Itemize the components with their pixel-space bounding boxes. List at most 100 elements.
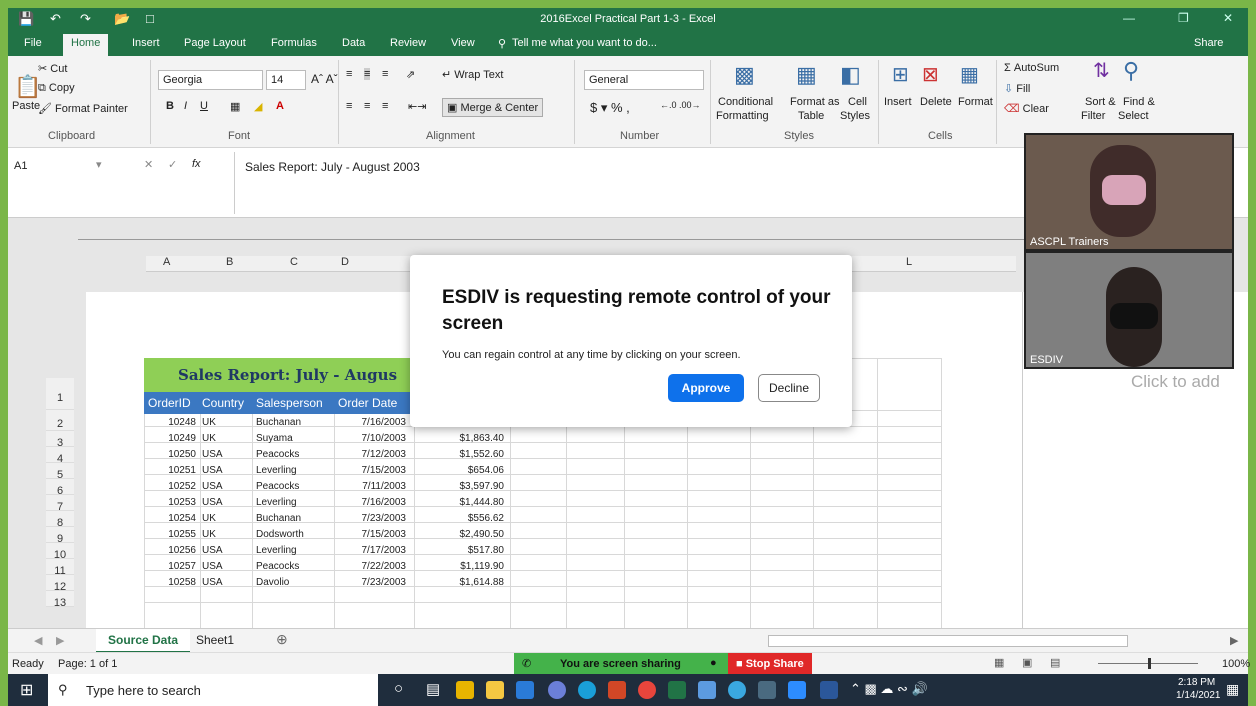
zoom-slider-thumb[interactable] — [1148, 658, 1151, 669]
table-cell[interactable]: USA — [200, 481, 250, 492]
table-cell[interactable]: 7/22/2003 — [334, 561, 408, 572]
table-cell[interactable]: Leverling — [254, 545, 334, 556]
cell-styles-icon[interactable]: ◧ — [840, 62, 861, 88]
fill-color-icon[interactable]: ◢ — [254, 100, 262, 113]
table-cell[interactable]: $1,552.60 — [414, 449, 506, 460]
align-bottom-icon[interactable]: ≡ — [382, 68, 388, 80]
page-break-view-icon[interactable]: ▤ — [1050, 656, 1060, 669]
page-layout-view-icon[interactable]: ▣ — [1022, 656, 1032, 669]
row-header[interactable]: 1 — [46, 378, 74, 410]
table-cell[interactable]: Buchanan — [254, 513, 334, 524]
edge-browser-icon[interactable] — [578, 681, 596, 699]
table-cell[interactable]: $2,490.50 — [414, 529, 506, 540]
column-header-l[interactable]: L — [906, 256, 912, 272]
column-header-d[interactable]: D — [341, 256, 349, 272]
share-button[interactable]: Share — [1194, 37, 1223, 49]
table-cell[interactable]: 10256 — [144, 545, 198, 556]
orientation-icon[interactable]: ⇗ — [406, 68, 415, 81]
table-cell[interactable]: $1,119.90 — [414, 561, 506, 572]
fill-button[interactable]: ⇩ Fill — [1004, 82, 1030, 95]
table-cell[interactable]: $3,597.90 — [414, 481, 506, 492]
table-cell[interactable]: $1,444.80 — [414, 497, 506, 508]
table-cell[interactable]: USA — [200, 497, 250, 508]
merge-center-button[interactable]: ▣ Merge & Center — [442, 98, 544, 117]
name-box[interactable]: A1 — [14, 160, 27, 172]
notes-app-icon[interactable] — [698, 681, 716, 699]
decimal-icon[interactable]: ←.0 .00→ — [660, 100, 701, 110]
cancel-icon[interactable]: ✕ — [144, 158, 153, 171]
table-cell[interactable]: 10248 — [144, 417, 198, 428]
column-header-b[interactable]: B — [226, 256, 233, 272]
table-cell[interactable]: Dodsworth — [254, 529, 334, 540]
table-cell[interactable]: 7/12/2003 — [334, 449, 408, 460]
tab-review[interactable]: Review — [390, 37, 426, 49]
table-cell[interactable]: UK — [200, 529, 250, 540]
table-cell[interactable]: 7/23/2003 — [334, 577, 408, 588]
table-cell[interactable]: $1,863.40 — [414, 433, 506, 444]
table-cell[interactable]: $556.62 — [414, 513, 506, 524]
restore-icon[interactable]: ❐ — [1178, 11, 1189, 25]
powerpoint-icon[interactable] — [608, 681, 626, 699]
sort-filter-button[interactable]: Sort & — [1085, 96, 1116, 108]
formula-input[interactable]: Sales Report: July - August 2003 — [245, 160, 420, 174]
italic-button[interactable]: I — [184, 100, 187, 112]
font-size-box[interactable]: 14 — [266, 70, 306, 90]
format-as-table-button[interactable]: Format as — [790, 96, 840, 108]
cortana-icon[interactable]: ○ — [394, 680, 403, 697]
tab-formulas[interactable]: Formulas — [271, 37, 317, 49]
table-cell[interactable]: 7/23/2003 — [334, 513, 408, 524]
mail-app-icon[interactable] — [516, 681, 534, 699]
close-icon[interactable]: ✕ — [1223, 11, 1233, 25]
table-cell[interactable]: 10251 — [144, 465, 198, 476]
report-title[interactable]: Sales Report: July - Augus — [144, 358, 414, 392]
normal-view-icon[interactable]: ▦ — [994, 656, 1004, 669]
insert-cells-icon[interactable]: ⊞ — [892, 62, 909, 87]
sheet-tab-source-data[interactable]: Source Data — [96, 629, 191, 653]
table-cell[interactable]: Davolio — [254, 577, 334, 588]
tab-data[interactable]: Data — [342, 37, 365, 49]
tell-me-search[interactable]: Tell me what you want to do... — [512, 37, 657, 49]
align-right-icon[interactable]: ≡ — [382, 100, 388, 112]
align-middle-icon[interactable]: ≡ — [364, 68, 371, 80]
horizontal-scrollbar[interactable] — [768, 635, 1128, 647]
align-left-icon[interactable]: ≡ — [346, 100, 352, 112]
conditional-formatting-button[interactable]: Conditional — [718, 96, 773, 108]
table-cell[interactable]: 7/16/2003 — [334, 497, 408, 508]
chrome-icon[interactable] — [638, 681, 656, 699]
format-cells-button[interactable]: Format — [958, 96, 993, 108]
conditional-formatting-icon[interactable]: ▩ — [734, 62, 755, 88]
row-header[interactable]: 6 — [46, 479, 74, 497]
align-top-icon[interactable]: ≡ — [346, 68, 352, 80]
table-cell[interactable]: Leverling — [254, 465, 334, 476]
tab-file[interactable]: File — [24, 37, 42, 49]
scroll-right-icon[interactable]: ▶ — [1230, 634, 1238, 647]
bold-button[interactable]: B — [166, 100, 174, 112]
row-header[interactable]: 3 — [46, 431, 74, 449]
table-cell[interactable]: 7/15/2003 — [334, 465, 408, 476]
column-header-cell[interactable]: Country — [202, 396, 244, 410]
row-header[interactable]: 9 — [46, 527, 74, 545]
zoom-level[interactable]: 100% — [1222, 658, 1250, 670]
row-header[interactable]: 8 — [46, 511, 74, 529]
autosum-button[interactable]: Σ AutoSum — [1004, 62, 1059, 74]
skype-icon[interactable] — [728, 681, 746, 699]
zoom-app-icon[interactable] — [788, 681, 806, 699]
table-cell[interactable]: 10257 — [144, 561, 198, 572]
table-cell[interactable]: 10255 — [144, 529, 198, 540]
click-to-add-placeholder[interactable]: Click to add — [1131, 372, 1220, 392]
file-explorer-icon[interactable] — [486, 681, 504, 699]
table-cell[interactable]: $1,614.88 — [414, 577, 506, 588]
table-cell[interactable]: 7/16/2003 — [334, 417, 408, 428]
column-header-cell[interactable]: OrderID — [148, 396, 191, 410]
tab-home[interactable]: Home — [63, 34, 109, 56]
wrap-text-button[interactable]: ↵ Wrap Text — [442, 68, 503, 81]
column-header-cell[interactable]: Order Date — [338, 396, 397, 410]
cut-button[interactable]: ✂ Cut — [38, 62, 67, 75]
stop-share-button[interactable]: ■ Stop Share — [728, 653, 812, 675]
table-cell[interactable]: USA — [200, 449, 250, 460]
tab-view[interactable]: View — [451, 37, 475, 49]
function-icon[interactable]: fx — [192, 158, 201, 170]
notifications-icon[interactable]: ▦ — [1226, 681, 1239, 698]
delete-cells-icon[interactable]: ⊠ — [922, 62, 939, 87]
table-cell[interactable]: UK — [200, 417, 250, 428]
